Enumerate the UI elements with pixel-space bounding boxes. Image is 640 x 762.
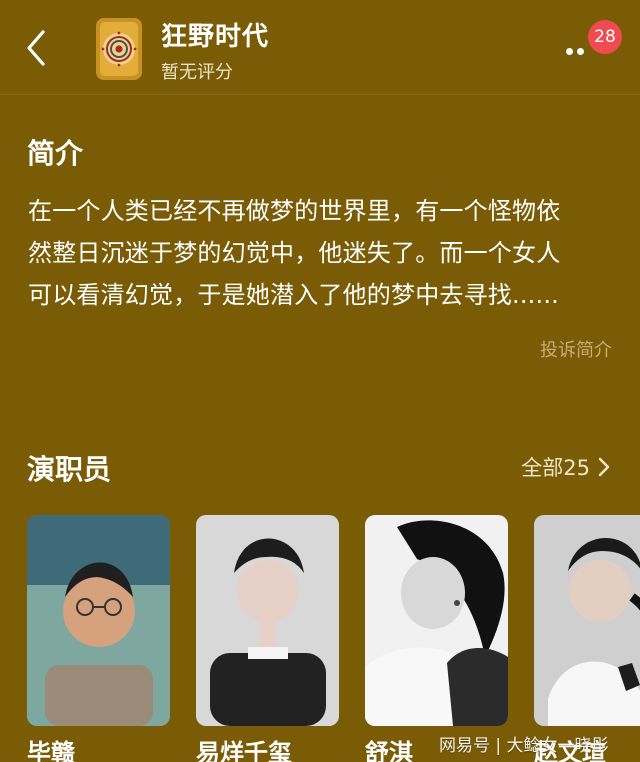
cast-name: 易烊千玺	[196, 739, 292, 762]
cast-heading: 演职员	[27, 453, 112, 486]
watermark-text: 网易号 | 大鲶女一晓彤	[439, 736, 609, 756]
cast-card[interactable]: 赵文瑄	[534, 515, 640, 762]
rating-status: 暂无评分	[161, 62, 233, 83]
view-all-cast-link[interactable]: 全部25	[521, 452, 610, 482]
report-intro-link[interactable]: 投诉简介	[540, 336, 612, 362]
intro-line: 然整日沉迷于梦的幻觉中，他迷失了。而一个女人	[28, 239, 561, 267]
cast-photo	[196, 515, 339, 726]
page-title: 狂野时代	[161, 22, 270, 52]
back-button[interactable]	[16, 24, 56, 72]
cast-list: 毕赣 易烊千玺 舒淇 赵文瑄	[27, 515, 640, 762]
more-dots-icon	[566, 48, 573, 55]
intro-heading: 简介	[27, 137, 84, 170]
notification-badge: 28	[588, 20, 622, 54]
cast-photo-image	[365, 515, 508, 726]
more-dots-icon	[577, 48, 584, 55]
cast-photo	[27, 515, 170, 726]
cast-photo-image	[27, 515, 170, 726]
cast-card[interactable]: 毕赣	[27, 515, 170, 762]
cast-photo	[365, 515, 508, 726]
top-bar: 狂野时代 暂无评分 28	[0, 0, 640, 92]
back-arrow-icon	[27, 30, 45, 66]
cast-card[interactable]: 易烊千玺	[196, 515, 339, 762]
poster-art-icon	[96, 18, 142, 80]
movie-poster-thumbnail[interactable]	[96, 18, 142, 80]
cast-name: 舒淇	[365, 739, 413, 762]
intro-text: 在一个人类已经不再做梦的世界里，有一个怪物依 然整日沉迷于梦的幻觉中，他迷失了。…	[28, 190, 618, 316]
cast-photo-image	[196, 515, 339, 726]
header-divider	[0, 94, 640, 95]
cast-name: 毕赣	[27, 739, 75, 762]
cast-photo	[534, 515, 640, 726]
view-all-cast-label: 全部25	[521, 456, 590, 480]
cast-card[interactable]: 舒淇	[365, 515, 508, 762]
chevron-right-icon	[598, 457, 610, 477]
intro-line: 可以看清幻觉，于是她潜入了他的梦中去寻找......	[28, 281, 559, 309]
intro-line: 在一个人类已经不再做梦的世界里，有一个怪物依	[28, 197, 561, 225]
cast-photo-image	[534, 515, 640, 726]
